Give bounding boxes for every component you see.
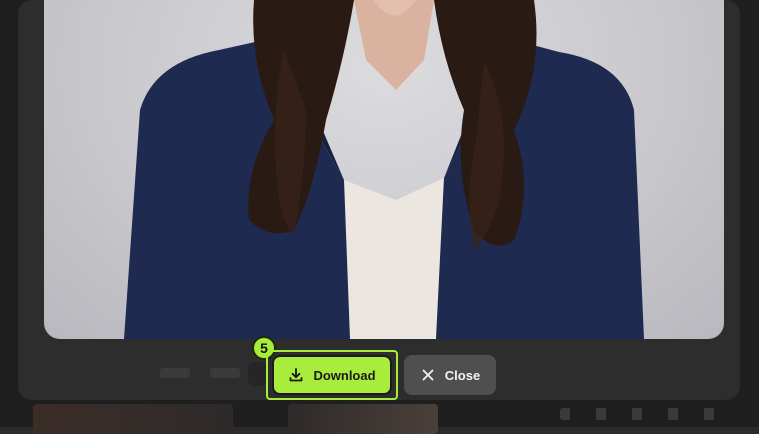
background-thumbnail (33, 404, 233, 434)
background-element (248, 362, 268, 386)
close-label: Close (444, 367, 481, 383)
download-label: Download (313, 367, 376, 383)
close-button[interactable]: Close (404, 355, 496, 395)
background-row (560, 408, 740, 420)
download-button[interactable]: Download (272, 355, 392, 395)
close-icon (420, 367, 436, 383)
download-icon (288, 367, 304, 383)
background-element (210, 368, 240, 378)
background-element (160, 368, 190, 378)
background-thumbnail (288, 404, 438, 434)
preview-image (44, 0, 724, 339)
